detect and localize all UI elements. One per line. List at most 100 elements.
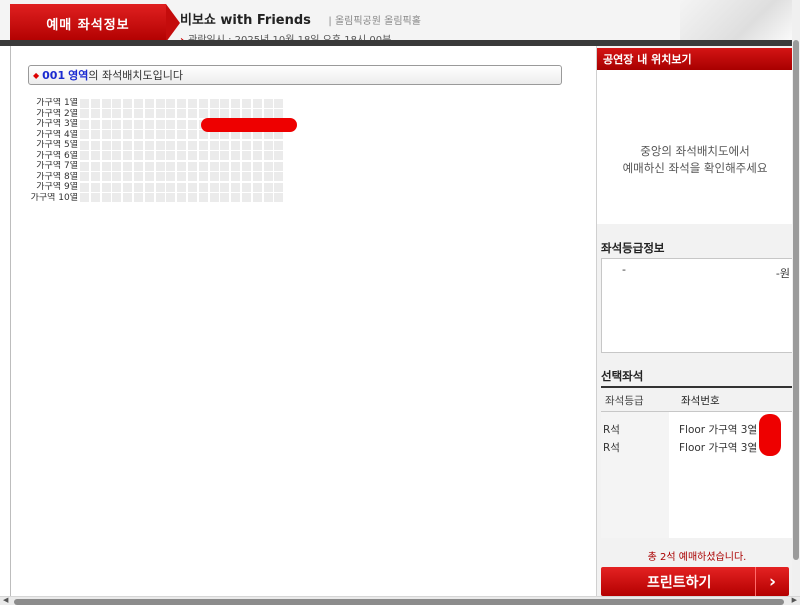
seat[interactable]	[112, 140, 122, 150]
seat[interactable]	[90, 119, 100, 129]
seat[interactable]	[209, 161, 219, 171]
seat[interactable]	[155, 109, 165, 119]
seat[interactable]	[198, 193, 208, 203]
seat[interactable]	[101, 193, 111, 203]
seat[interactable]	[198, 182, 208, 192]
seat[interactable]	[177, 193, 187, 203]
seat[interactable]	[198, 140, 208, 150]
seat[interactable]	[241, 109, 251, 119]
seat[interactable]	[101, 98, 111, 108]
seat[interactable]	[133, 151, 143, 161]
seat[interactable]	[80, 140, 89, 150]
seat[interactable]	[101, 182, 111, 192]
seat[interactable]	[133, 130, 143, 140]
horizontal-scrollbar-thumb[interactable]	[14, 599, 784, 605]
seat[interactable]	[123, 182, 133, 192]
seat[interactable]	[187, 98, 197, 108]
seat[interactable]	[177, 109, 187, 119]
seat[interactable]	[123, 109, 133, 119]
scroll-right-icon[interactable]: ▶	[792, 596, 797, 604]
seat[interactable]	[155, 151, 165, 161]
vertical-scrollbar-thumb[interactable]	[793, 40, 799, 560]
seat[interactable]	[144, 109, 154, 119]
seat[interactable]	[177, 98, 187, 108]
seat[interactable]	[123, 172, 133, 182]
seat[interactable]	[144, 119, 154, 129]
seat[interactable]	[133, 109, 143, 119]
seat[interactable]	[198, 98, 208, 108]
seat[interactable]	[155, 119, 165, 129]
seat[interactable]	[209, 172, 219, 182]
seat[interactable]	[101, 161, 111, 171]
seat[interactable]	[187, 172, 197, 182]
seat[interactable]	[252, 193, 262, 203]
seat[interactable]	[112, 182, 122, 192]
seat[interactable]	[274, 161, 284, 171]
seat[interactable]	[144, 98, 154, 108]
scroll-left-icon[interactable]: ◀	[3, 596, 8, 604]
seat[interactable]	[177, 119, 187, 129]
seat[interactable]	[112, 130, 122, 140]
seat[interactable]	[90, 193, 100, 203]
vertical-scrollbar[interactable]	[792, 0, 800, 596]
seat[interactable]	[123, 151, 133, 161]
seat[interactable]	[80, 98, 89, 108]
seat[interactable]	[112, 109, 122, 119]
seat[interactable]	[241, 161, 251, 171]
seat[interactable]	[241, 182, 251, 192]
seat[interactable]	[166, 193, 176, 203]
seat[interactable]	[101, 130, 111, 140]
seat[interactable]	[166, 119, 176, 129]
seat[interactable]	[80, 172, 89, 182]
seat[interactable]	[231, 161, 241, 171]
seat[interactable]	[241, 98, 251, 108]
seat[interactable]	[177, 130, 187, 140]
seat[interactable]	[80, 151, 89, 161]
seat[interactable]	[101, 109, 111, 119]
seat[interactable]	[252, 151, 262, 161]
seat[interactable]	[187, 161, 197, 171]
seat[interactable]	[274, 172, 284, 182]
seat[interactable]	[144, 193, 154, 203]
seat[interactable]	[220, 182, 230, 192]
seat[interactable]	[133, 119, 143, 129]
seat[interactable]	[155, 140, 165, 150]
seat[interactable]	[166, 161, 176, 171]
seat[interactable]	[187, 119, 197, 129]
seat[interactable]	[231, 151, 241, 161]
seat[interactable]	[80, 119, 89, 129]
seat[interactable]	[209, 151, 219, 161]
seat[interactable]	[90, 172, 100, 182]
seat[interactable]	[123, 130, 133, 140]
seat[interactable]	[155, 182, 165, 192]
seat[interactable]	[220, 140, 230, 150]
seat[interactable]	[112, 98, 122, 108]
seat[interactable]	[144, 130, 154, 140]
seat[interactable]	[274, 109, 284, 119]
seat[interactable]	[209, 193, 219, 203]
seat[interactable]	[220, 98, 230, 108]
seat[interactable]	[177, 151, 187, 161]
seat[interactable]	[144, 182, 154, 192]
seat[interactable]	[90, 98, 100, 108]
seat[interactable]	[144, 140, 154, 150]
seat[interactable]	[155, 161, 165, 171]
seat[interactable]	[90, 161, 100, 171]
seat[interactable]	[112, 172, 122, 182]
seat[interactable]	[177, 182, 187, 192]
seat[interactable]	[123, 193, 133, 203]
seat[interactable]	[231, 182, 241, 192]
seat[interactable]	[209, 182, 219, 192]
seat[interactable]	[220, 151, 230, 161]
seat[interactable]	[198, 161, 208, 171]
seat[interactable]	[209, 109, 219, 119]
seat[interactable]	[80, 109, 89, 119]
seat[interactable]	[123, 98, 133, 108]
seat[interactable]	[220, 193, 230, 203]
seat[interactable]	[90, 151, 100, 161]
seat[interactable]	[252, 98, 262, 108]
seat[interactable]	[252, 182, 262, 192]
seat[interactable]	[263, 109, 273, 119]
seat[interactable]	[133, 140, 143, 150]
seat[interactable]	[274, 182, 284, 192]
